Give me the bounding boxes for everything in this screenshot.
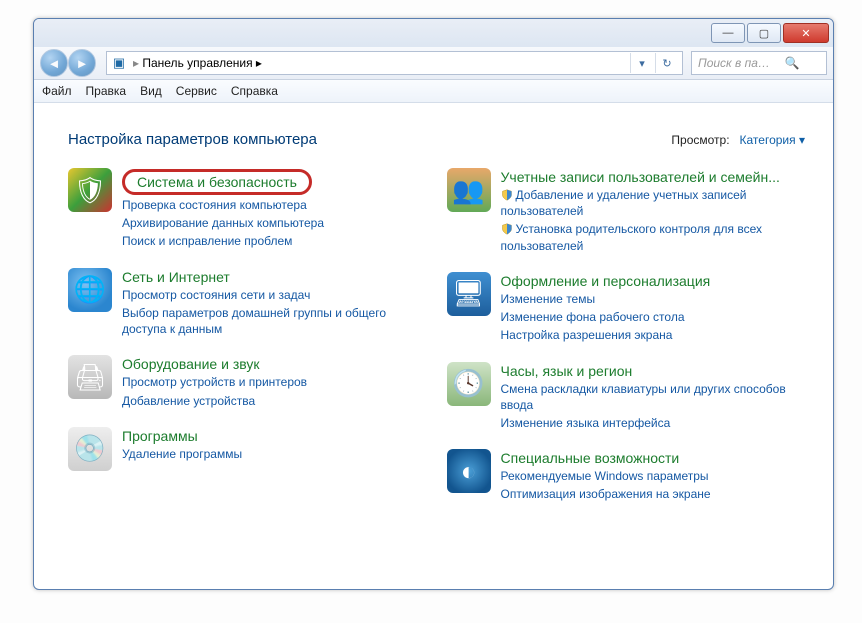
category-sublink[interactable]: Выбор параметров домашней группы и общег… <box>122 305 427 337</box>
category-sublink[interactable]: Просмотр состояния сети и задач <box>122 287 427 303</box>
back-button[interactable]: ◄ <box>40 49 68 77</box>
category-title-link[interactable]: Оборудование и звук <box>122 356 307 372</box>
category-sublink[interactable]: Добавление устройства <box>122 393 307 409</box>
menu-tools[interactable]: Сервис <box>176 84 217 98</box>
category-item: 🖥 Оформление и персонализация Изменение те… <box>447 272 806 344</box>
menu-view[interactable]: Вид <box>140 84 162 98</box>
category-title-link[interactable]: Учетные записи пользователей и семейн... <box>501 169 806 185</box>
refresh-button[interactable]: ↻ <box>655 53 678 73</box>
category-icon: 👥 <box>447 168 491 212</box>
close-button[interactable]: ✕ <box>783 23 829 43</box>
category-sublink[interactable]: Изменение фона рабочего стола <box>501 309 711 325</box>
category-sublink[interactable]: Рекомендуемые Windows параметры <box>501 468 711 484</box>
category-body: Система и безопасность Проверка состояния… <box>122 168 324 250</box>
category-sublink[interactable]: Настройка разрешения экрана <box>501 327 711 343</box>
category-column-left: 🛡 Система и безопасность Проверка состояни… <box>68 168 427 503</box>
category-body: Сеть и Интернет Просмотр состояния сети и… <box>122 268 427 338</box>
category-body: Учетные записи пользователей и семейн...… <box>501 168 806 254</box>
category-title-link[interactable]: Специальные возможности <box>501 450 711 466</box>
menu-file[interactable]: Файл <box>42 84 72 98</box>
category-icon: 🌐 <box>68 268 112 312</box>
minimize-button[interactable]: — <box>711 23 745 43</box>
menu-bar: Файл Правка Вид Сервис Справка <box>34 80 833 103</box>
category-sublink[interactable]: Просмотр устройств и принтеров <box>122 374 307 390</box>
category-item: 🌐 Сеть и Интернет Просмотр состояния сети … <box>68 268 427 338</box>
category-item: 🛡 Система и безопасность Проверка состояни… <box>68 168 427 250</box>
category-sublink[interactable]: Оптимизация изображения на экране <box>501 486 711 502</box>
maximize-button[interactable]: ▢ <box>747 23 781 43</box>
category-item: 🕓 Часы, язык и регион Смена раскладки клав… <box>447 362 806 432</box>
category-item: 💿 Программы Удаление программы <box>68 427 427 471</box>
category-body: Оформление и персонализация Изменение тем… <box>501 272 711 344</box>
category-body: Оборудование и звук Просмотр устройств и … <box>122 355 307 408</box>
category-icon: 🖨 <box>68 355 112 399</box>
search-box[interactable]: 🔍 <box>691 51 827 75</box>
category-title-link[interactable]: Программы <box>122 428 242 444</box>
category-icon: 🖥 <box>447 272 491 316</box>
content-area: Настройка параметров компьютера Просмотр… <box>34 103 833 590</box>
category-item: ◐ Специальные возможности Рекомендуемые Wi… <box>447 449 806 502</box>
address-dropdown-button[interactable]: ▾ <box>630 53 653 73</box>
view-by-label: Просмотр: <box>671 133 729 147</box>
category-item: 🖨 Оборудование и звук Просмотр устройств и… <box>68 355 427 408</box>
category-item: 👥Учетные записи пользователей и семейн..… <box>447 168 806 254</box>
search-icon: 🔍 <box>784 55 800 71</box>
control-panel-window: — ▢ ✕ ◄ ► ▣ ▸ Панель управления ▸ ▾ ↻ 🔍 … <box>33 18 834 590</box>
address-bar[interactable]: ▣ ▸ Панель управления ▸ ▾ ↻ <box>106 51 683 75</box>
category-title-link[interactable]: Система и безопасность <box>122 169 324 195</box>
category-column-right: 👥Учетные записи пользователей и семейн..… <box>447 168 806 503</box>
category-sublink[interactable]: Изменение языка интерфейса <box>501 415 806 431</box>
navigation-bar: ◄ ► ▣ ▸ Панель управления ▸ ▾ ↻ 🔍 <box>34 47 833 80</box>
page-title: Настройка параметров компьютера <box>68 131 317 148</box>
category-sublink[interactable]: Проверка состояния компьютера <box>122 197 324 213</box>
control-panel-icon: ▣ <box>111 55 127 71</box>
category-sublink[interactable]: Установка родительского контроля для все… <box>501 221 806 253</box>
view-by-selector[interactable]: Категория ▾ <box>740 133 805 147</box>
category-icon: 🛡 <box>68 168 112 212</box>
category-sublink[interactable]: Удаление программы <box>122 446 242 462</box>
category-body: Часы, язык и регион Смена раскладки клави… <box>501 362 806 432</box>
titlebar: — ▢ ✕ <box>34 19 833 47</box>
category-title-link[interactable]: Сеть и Интернет <box>122 269 427 285</box>
category-sublink[interactable]: Добавление и удаление учетных записей по… <box>501 187 806 219</box>
category-sublink[interactable]: Поиск и исправление проблем <box>122 233 324 249</box>
category-sublink[interactable]: Архивирование данных компьютера <box>122 215 324 231</box>
category-sublink[interactable]: Смена раскладки клавиатуры или других сп… <box>501 381 806 413</box>
category-icon: 🕓 <box>447 362 491 406</box>
menu-edit[interactable]: Правка <box>86 84 127 98</box>
category-icon: ◐ <box>447 449 491 493</box>
category-body: Специальные возможности Рекомендуемые Win… <box>501 449 711 502</box>
menu-help[interactable]: Справка <box>231 84 278 98</box>
category-icon: 💿 <box>68 427 112 471</box>
category-body: Программы Удаление программы <box>122 427 242 462</box>
breadcrumb[interactable]: ▸ Панель управления ▸ <box>133 56 262 70</box>
search-input[interactable] <box>696 55 784 71</box>
forward-button[interactable]: ► <box>68 49 96 77</box>
view-by-group: Просмотр: Категория ▾ <box>671 133 805 147</box>
category-title-link[interactable]: Часы, язык и регион <box>501 363 806 379</box>
category-title-link[interactable]: Оформление и персонализация <box>501 273 711 289</box>
category-sublink[interactable]: Изменение темы <box>501 291 711 307</box>
